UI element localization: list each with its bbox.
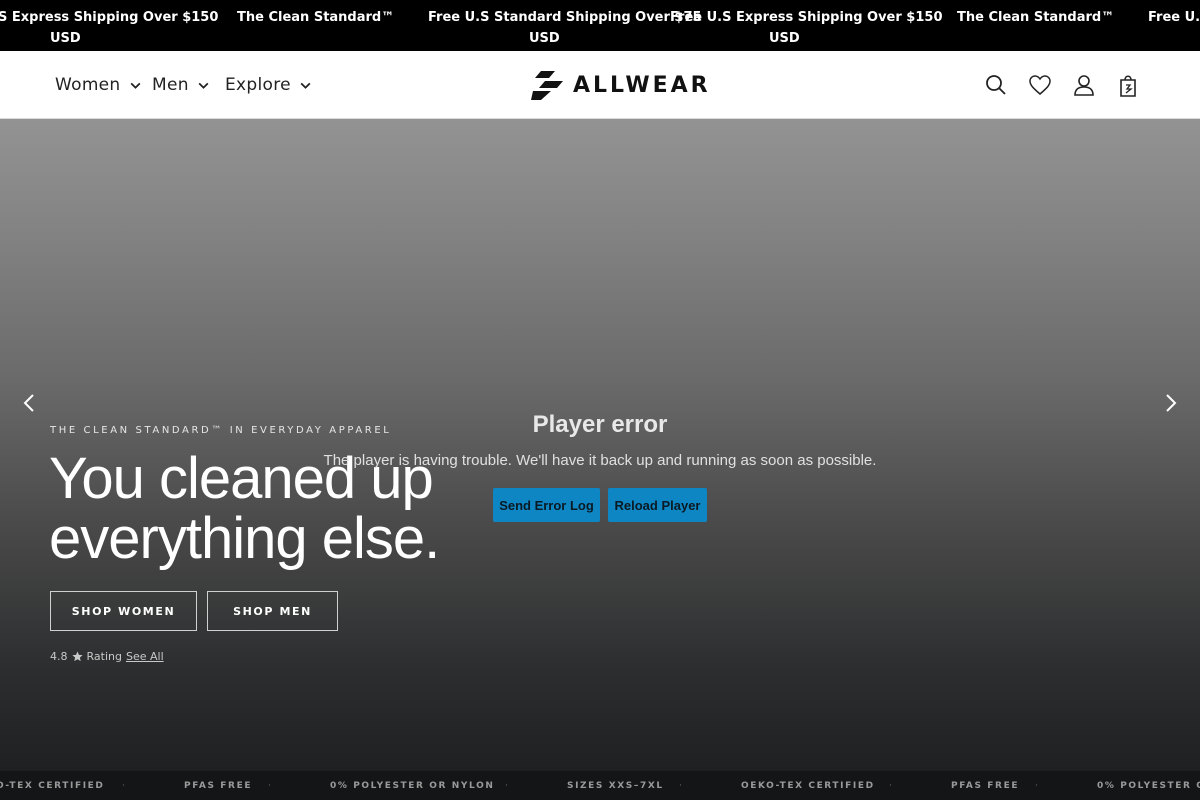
- nav-explore[interactable]: Explore: [225, 51, 312, 119]
- reload-player-button[interactable]: Reload Player: [608, 488, 707, 522]
- ticker-separator: ·: [679, 781, 682, 791]
- heart-icon[interactable]: [1027, 72, 1053, 98]
- ticker-separator: ·: [268, 781, 271, 791]
- announcement-message: USD: [529, 31, 560, 46]
- ticker-item: OEKO-TEX CERTIFIED: [741, 781, 875, 791]
- ticker-item: PFAS FREE: [184, 781, 253, 791]
- nav-men[interactable]: Men: [152, 51, 210, 119]
- see-all-link[interactable]: See All: [126, 650, 164, 663]
- nav-men-label: Men: [152, 75, 189, 95]
- announcement-message: USD: [50, 31, 81, 46]
- bag-icon[interactable]: [1115, 72, 1141, 98]
- hero-banner: THE CLEAN STANDARD™ IN EVERYDAY APPAREL …: [0, 119, 1200, 771]
- feature-ticker: O-TEX CERTIFIED · PFAS FREE · 0% POLYEST…: [0, 771, 1200, 800]
- ticker-item: 0% POLYESTER OR: [1097, 781, 1200, 791]
- announcement-message: The Clean Standard™: [957, 10, 1115, 25]
- player-error-title: Player error: [532, 411, 668, 438]
- announcement-message: Free U.S: [1148, 10, 1200, 25]
- logo-text: ALLWEAR: [573, 72, 711, 98]
- chevron-down-icon: [198, 82, 209, 89]
- site-header: Women Men Explore ALLWEAR: [0, 51, 1200, 119]
- chevron-down-icon: [130, 82, 140, 89]
- ticker-item: PFAS FREE: [951, 781, 1020, 791]
- ticker-item: SIZES XXS–7XL: [567, 781, 664, 791]
- announcement-message: S Express Shipping Over $150: [0, 10, 219, 25]
- ticker-item: O-TEX CERTIFIED: [0, 781, 105, 791]
- ticker-separator: ·: [1035, 781, 1038, 791]
- announcement-message: Free U.S Standard Shipping Over $75: [428, 10, 702, 25]
- announcement-message: Free U.S Express Shipping Over $150: [670, 10, 943, 25]
- search-icon[interactable]: [983, 72, 1009, 98]
- account-icon[interactable]: [1071, 72, 1097, 98]
- ticker-item: 0% POLYESTER OR NYLON: [330, 781, 495, 791]
- chevron-down-icon: [300, 82, 311, 89]
- ticker-separator: ·: [889, 781, 892, 791]
- rating-summary: 4.8 Rating See All: [50, 650, 164, 663]
- star-icon: [71, 651, 83, 662]
- logo-mark-icon: [531, 71, 563, 100]
- rating-value: 4.8: [50, 650, 68, 663]
- shop-men-button[interactable]: SHOP MEN: [207, 591, 338, 631]
- player-error-message: The player is having trouble. We'll have…: [323, 452, 877, 469]
- nav-women-label: Women: [55, 75, 121, 95]
- nav-women[interactable]: Women: [55, 51, 142, 119]
- nav-explore-label: Explore: [225, 75, 291, 95]
- hero-headline-line: everything else.: [49, 506, 440, 571]
- ticker-separator: ·: [505, 781, 508, 791]
- send-error-log-button[interactable]: Send Error Log: [493, 488, 600, 522]
- rating-label: Rating: [86, 650, 122, 663]
- announcement-message: The Clean Standard™: [237, 10, 395, 25]
- shop-women-button[interactable]: SHOP WOMEN: [50, 591, 197, 631]
- allwear-logo[interactable]: ALLWEAR: [531, 68, 711, 102]
- ticker-separator: ·: [122, 781, 125, 791]
- announcement-message: USD: [769, 31, 800, 46]
- announcement-bar: S Express Shipping Over $150 USD The Cle…: [0, 0, 1200, 51]
